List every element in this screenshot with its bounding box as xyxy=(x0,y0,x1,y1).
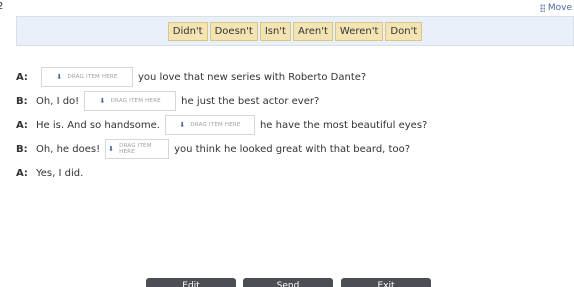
speaker-label: A: xyxy=(16,119,28,131)
line-text-after: you think he looked great with that bear… xyxy=(174,143,411,155)
exercise-page: 2 Move Didn't Doesn't Isn't Aren't Weren… xyxy=(0,0,574,287)
down-arrow-icon: ⬇ xyxy=(99,97,106,105)
drop-placeholder: DRAG ITEM HERE xyxy=(119,143,152,155)
line-text-before: Yes, I did. xyxy=(36,167,84,179)
move-label: Move xyxy=(547,3,572,13)
line-text-before: He is. And so handsome. xyxy=(36,119,160,131)
word-chip-didnt[interactable]: Didn't xyxy=(167,21,208,41)
speaker-label: B: xyxy=(16,95,28,107)
word-chip-dont[interactable]: Don't xyxy=(385,21,423,41)
dialogue-line: A: He is. And so handsome. ⬇ DRAG ITEM H… xyxy=(16,114,574,136)
drop-placeholder: DRAG ITEM HERE xyxy=(190,122,241,128)
word-bank: Didn't Doesn't Isn't Aren't Weren't Don'… xyxy=(16,16,574,46)
dialogue-line: B: Oh, I do! ⬇ DRAG ITEM HERE he just th… xyxy=(16,90,574,112)
line-text-after: you love that new series with Roberto Da… xyxy=(138,71,367,83)
word-chip-isnt[interactable]: Isn't xyxy=(259,21,291,41)
line-text-after: he just the best actor ever? xyxy=(181,95,320,107)
line-text-before: Oh, he does! xyxy=(36,143,101,155)
drag-grip-icon xyxy=(539,4,545,12)
send-button[interactable]: Send xyxy=(243,278,333,287)
dialogue-line: A: Yes, I did. xyxy=(16,162,574,184)
move-control[interactable]: Move xyxy=(539,3,572,13)
exit-button[interactable]: Exit xyxy=(341,278,431,287)
word-chip-doesnt[interactable]: Doesn't xyxy=(209,21,258,41)
word-chip-arent[interactable]: Aren't xyxy=(292,21,333,41)
drop-zone-3[interactable]: ⬇ DRAG ITEM HERE xyxy=(164,115,255,135)
drop-placeholder: DRAG ITEM HERE xyxy=(110,98,161,104)
dialogue-line: B: Oh, he does! ⬇ DRAG ITEM HERE you thi… xyxy=(16,138,574,160)
drop-zone-2[interactable]: ⬇ DRAG ITEM HERE xyxy=(84,91,177,111)
drop-zone-4[interactable]: ⬇ DRAG ITEM HERE xyxy=(105,139,170,159)
question-number: 2 xyxy=(0,1,4,12)
line-text-after: he have the most beautiful eyes? xyxy=(259,119,428,131)
drop-zone-1[interactable]: ⬇ DRAG ITEM HERE xyxy=(41,67,133,87)
down-arrow-icon: ⬇ xyxy=(56,73,63,81)
down-arrow-icon: ⬇ xyxy=(108,145,115,153)
drop-placeholder: DRAG ITEM HERE xyxy=(67,74,118,80)
speaker-label: A: xyxy=(16,71,28,83)
down-arrow-icon: ⬇ xyxy=(179,121,186,129)
dialogue: A: ⬇ DRAG ITEM HERE you love that new se… xyxy=(16,66,574,186)
edit-button[interactable]: Edit xyxy=(146,278,236,287)
word-chip-werent[interactable]: Weren't xyxy=(334,21,384,41)
speaker-label: A: xyxy=(16,167,28,179)
line-text-before: Oh, I do! xyxy=(36,95,80,107)
dialogue-line: A: ⬇ DRAG ITEM HERE you love that new se… xyxy=(16,66,574,88)
speaker-label: B: xyxy=(16,143,28,155)
